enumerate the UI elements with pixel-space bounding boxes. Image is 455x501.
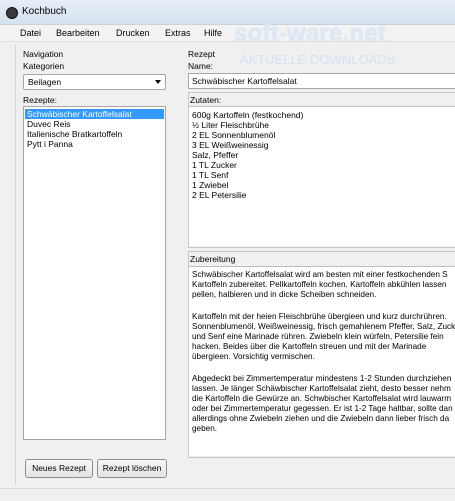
preparation-line: übergieen. Vorsichtig vermischen. — [192, 352, 315, 361]
menu-extras[interactable]: Extras — [165, 28, 191, 38]
navigation-heading: Navigation — [23, 49, 64, 59]
recipe-name-value: Schwäbischer Kartoffelsalat — [192, 76, 297, 86]
preparation-line: Kartoffeln zubereitet. Pellkartoffeln ko… — [192, 280, 447, 289]
name-label: Name: — [188, 61, 214, 71]
preparation-line: lassen. Je länger Schäwbischer Kartoffel… — [192, 384, 451, 393]
ingredients-textarea[interactable]: 600g Kartoffeln (festkochend) ½ Liter Fl… — [189, 106, 455, 246]
watermark-tagline: AKTUELLE DOWNLOADS — [240, 52, 396, 67]
preparation-line: die Kartoffeln die Gewürze an. Schwbisch… — [192, 394, 452, 403]
recipe-list[interactable]: Schwäbischer Kartoffelsalat Duvec Reis I… — [23, 106, 166, 440]
recipe-name-field[interactable]: Schwäbischer Kartoffelsalat — [188, 73, 455, 89]
preparation-label: Zubereitung — [190, 254, 236, 264]
preparation-line: Sonnenblumenöl, Weißweinessig, frisch ge… — [192, 322, 455, 331]
ingredient-line: 1 TL Zucker — [192, 160, 237, 170]
title-bar: Kochbuch — [0, 0, 455, 25]
app-icon — [6, 7, 18, 19]
menu-bearbeiten[interactable]: Bearbeiten — [56, 28, 100, 38]
chevron-down-icon — [155, 80, 161, 84]
recipe-list-item[interactable]: Duvec Reis — [25, 119, 164, 129]
new-recipe-button[interactable]: Neues Rezept — [25, 459, 93, 478]
preparation-line: oder bei Zimmertemperatur gegessen. Er i… — [192, 404, 453, 413]
menu-hilfe[interactable]: Hilfe — [204, 28, 222, 38]
menu-bar: Datei Bearbeiten Drucken Extras Hilfe — [0, 25, 455, 42]
categories-label: Kategorien — [23, 61, 65, 71]
preparation-line: geben. — [192, 424, 218, 433]
ingredient-line: 1 TL Senf — [192, 170, 229, 180]
category-dropdown[interactable]: Beilagen — [23, 74, 166, 90]
ingredient-line: 600g Kartoffeln (festkochend) — [192, 110, 304, 120]
ingredient-line: 1 Zwiebel — [192, 180, 229, 190]
window-title: Kochbuch — [22, 6, 67, 17]
ingredient-line: 3 EL Weißweinessig — [192, 140, 269, 150]
recipe-heading: Rezept — [188, 49, 215, 59]
ingredients-label: Zutaten: — [190, 95, 222, 105]
ingredient-line: Salz, Pfeffer — [192, 150, 239, 160]
preparation-line: Abgedeckt bei Zimmertemperatur mindesten… — [192, 374, 452, 383]
window-bottom-edge — [0, 488, 455, 501]
recipe-list-item[interactable]: Pytt i Panna — [25, 139, 164, 149]
recipe-list-item[interactable]: Italienische Bratkartoffeln — [25, 129, 164, 139]
recipes-label: Rezepte: — [23, 95, 58, 105]
delete-recipe-button[interactable]: Rezept löschen — [97, 459, 167, 478]
preparation-line: Schwäbischer Kartoffelsalat wird am best… — [192, 270, 448, 279]
preparation-line: hacken. Beides über die Kartoffeln streu… — [192, 342, 427, 351]
ingredient-line: 2 EL Sonnenblumenöl — [192, 130, 276, 140]
recipe-list-item[interactable]: Schwäbischer Kartoffelsalat — [25, 109, 164, 119]
preparation-line: pellen, halbieren und in dicke Scheiben … — [192, 290, 377, 299]
ingredient-line: ½ Liter Fleischbrühe — [192, 120, 270, 130]
menu-datei[interactable]: Datei — [20, 28, 41, 38]
category-selected-value: Beilagen — [28, 77, 62, 87]
preparation-line: Kartoffeln mit der heien Fleischbrühe üb… — [192, 312, 447, 321]
ingredient-line: 2 EL Petersilie — [192, 190, 247, 200]
preparation-line: allerdings ohne Zwiebeln ziehen und die … — [192, 414, 450, 423]
menu-drucken[interactable]: Drucken — [116, 28, 150, 38]
preparation-line: und Senf eine Marinade rühren. Zwiebeln … — [192, 332, 444, 341]
preparation-textarea[interactable]: Schwäbischer Kartoffelsalat wird am best… — [189, 266, 455, 456]
